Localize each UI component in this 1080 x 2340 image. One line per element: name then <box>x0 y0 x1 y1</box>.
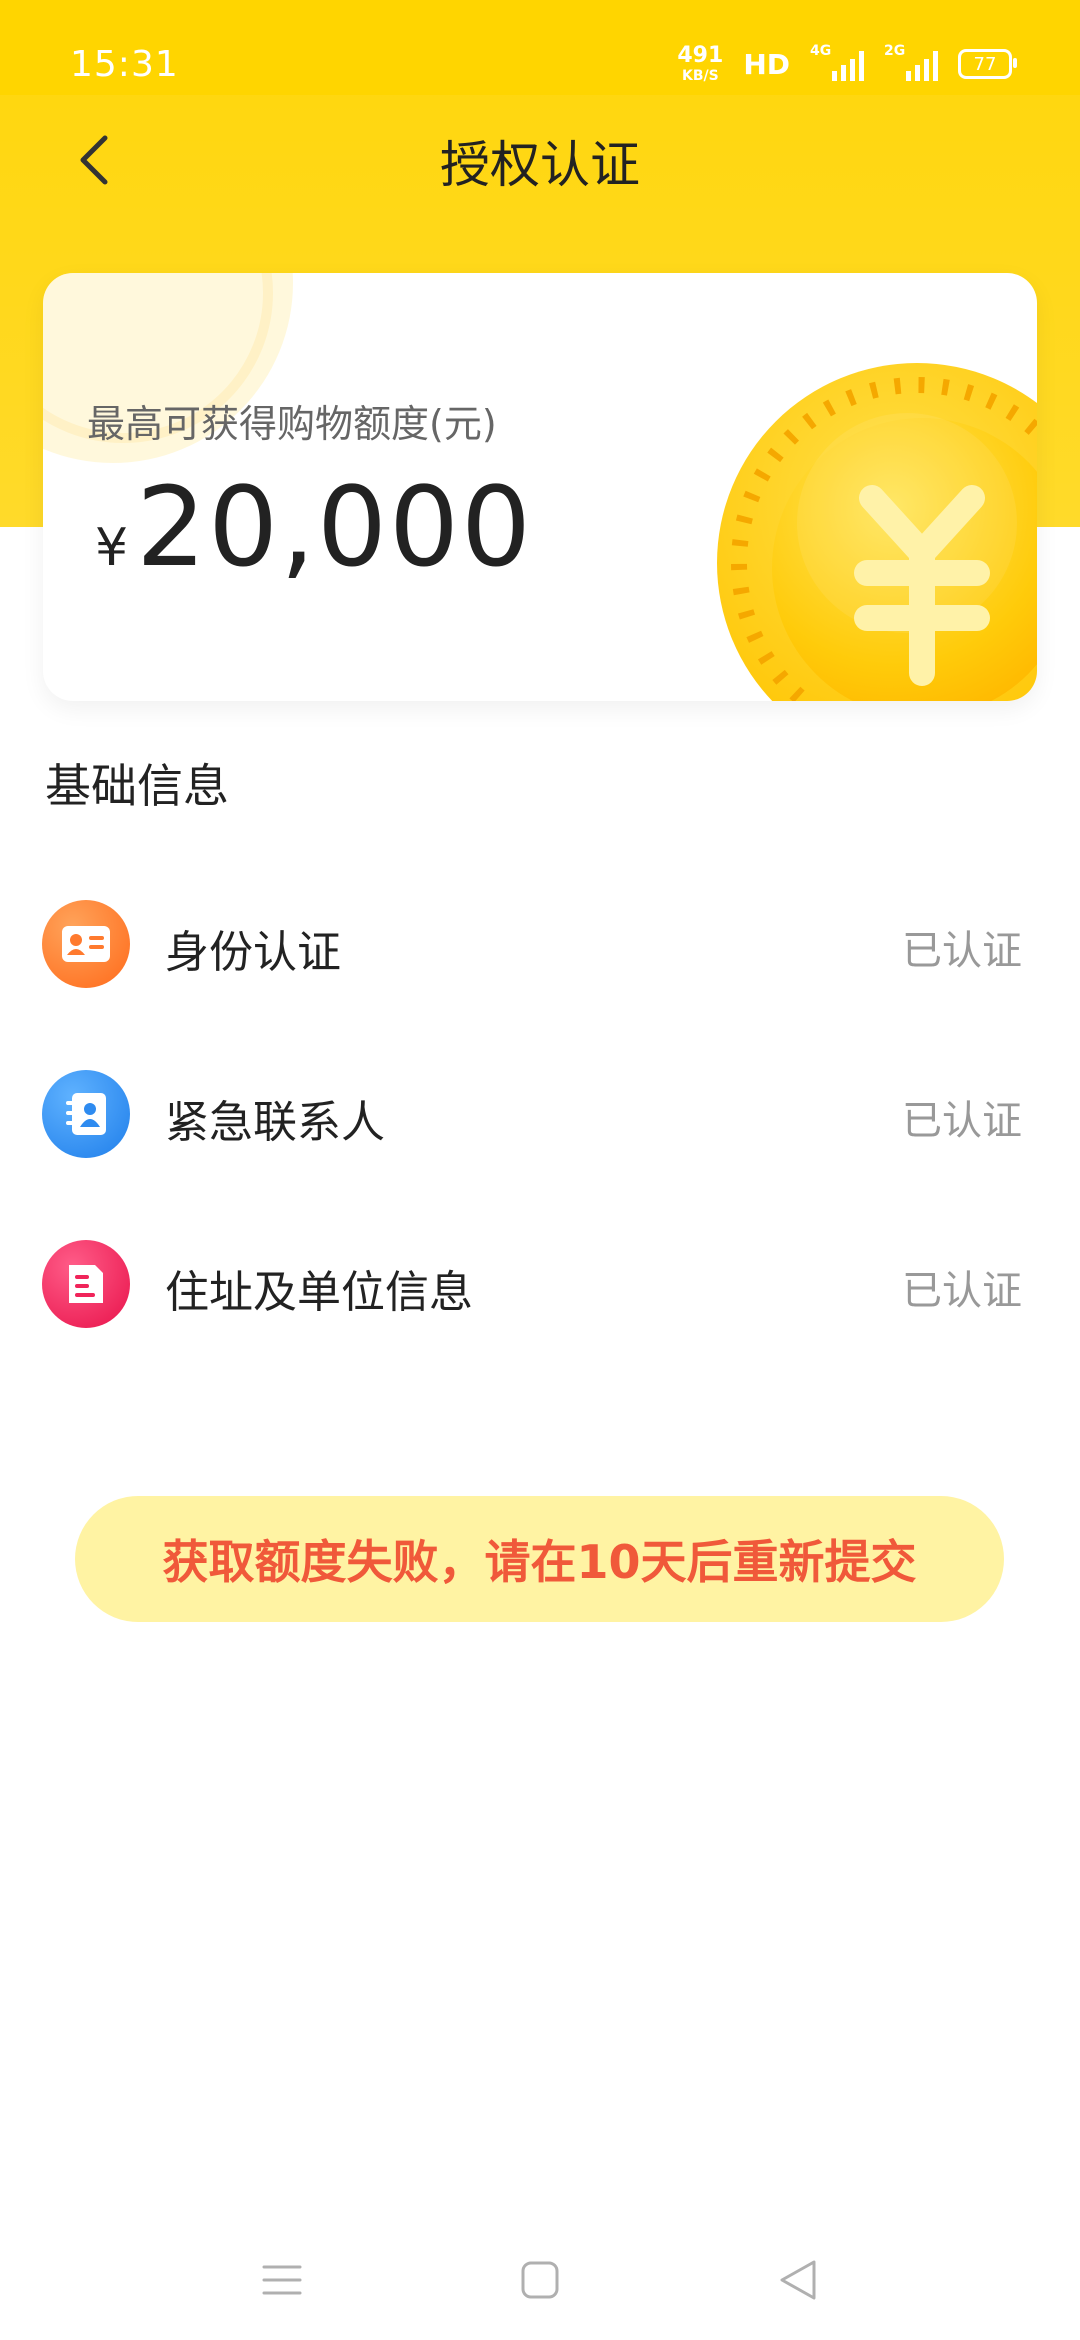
system-navigation-bar <box>0 2230 1080 2340</box>
resubmit-notice-button[interactable]: 获取额度失败，请在10天后重新提交 <box>75 1496 1004 1622</box>
document-icon <box>42 1240 130 1328</box>
network-speed-value: 491 <box>677 43 724 68</box>
list-item-emergency-contact[interactable]: 紧急联系人 已认证 <box>0 1048 1080 1218</box>
navigation-bar: 授权认证 <box>0 95 1080 225</box>
yen-coin-icon <box>717 363 1037 701</box>
status-badge: 已认证 <box>902 928 1022 974</box>
credit-limit-amount: ¥ 20,000 <box>95 463 533 591</box>
battery-icon: 77 <box>958 49 1017 79</box>
list-item-label: 住址及单位信息 <box>165 1267 473 1318</box>
back-triangle-icon <box>780 2260 816 2300</box>
battery-level: 77 <box>973 53 997 75</box>
system-back-button[interactable] <box>768 2250 828 2310</box>
status-bar: 15:31 491 KB/S HD 4G 2G 77 <box>0 0 1080 95</box>
list-item-label: 身份认证 <box>165 927 341 978</box>
page-title: 授权认证 <box>440 136 640 194</box>
credit-limit-card: 最高可获得购物额度(元) ¥ 20,000 <box>43 273 1037 701</box>
list-item-address-employer[interactable]: 住址及单位信息 已认证 <box>0 1218 1080 1388</box>
id-card-icon <box>42 900 130 988</box>
credit-limit-label: 最高可获得购物额度(元) <box>87 402 497 446</box>
menu-button[interactable] <box>252 2250 312 2310</box>
list-item-identity[interactable]: 身份认证 已认证 <box>0 878 1080 1048</box>
home-square-icon <box>521 2261 559 2299</box>
section-title-basic-info: 基础信息 <box>45 759 229 813</box>
status-badge: 已认证 <box>902 1268 1022 1314</box>
credit-limit-value: 20,000 <box>136 463 533 591</box>
status-badge: 已认证 <box>902 1098 1022 1144</box>
status-indicators: 491 KB/S HD 4G 2G 77 <box>677 42 1017 86</box>
verification-list: 身份认证 已认证 紧急联系人 已认证 住址及单位信息 已认证 <box>0 878 1080 1388</box>
signal-2g-icon: 2G <box>884 43 938 81</box>
currency-symbol: ¥ <box>95 518 129 578</box>
network-speed-unit: KB/S <box>681 68 719 84</box>
home-button[interactable] <box>510 2250 570 2310</box>
hd-voice-icon: HD <box>743 47 790 81</box>
menu-icon <box>262 2265 302 2295</box>
list-item-label: 紧急联系人 <box>165 1097 385 1148</box>
signal-4g-icon: 4G <box>810 43 864 81</box>
status-time: 15:31 <box>70 44 179 85</box>
contact-book-icon <box>42 1070 130 1158</box>
network-speed: 491 KB/S <box>677 43 724 84</box>
